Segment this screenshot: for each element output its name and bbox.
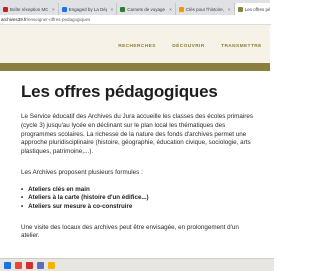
pdf-icon[interactable] bbox=[26, 261, 33, 269]
nav-item-decouvrir[interactable]: DÉCOUVRIR bbox=[172, 44, 204, 49]
address-path: /enseigner-offres-pedagogiques bbox=[26, 17, 91, 22]
header-accent-bar bbox=[0, 63, 270, 71]
tab-label: Engaged by La Dégâtée bbox=[68, 6, 107, 12]
visit-paragraph: Une visite des locaux des archives peut … bbox=[21, 223, 239, 240]
bullet-icon: • bbox=[21, 185, 24, 193]
list-item: • Ateliers clés en main bbox=[21, 186, 256, 195]
favicon-icon bbox=[237, 6, 243, 12]
browser-tab[interactable]: Engaged by La Dégâtée × bbox=[59, 3, 118, 15]
bullet-icon: • bbox=[21, 194, 24, 202]
list-item: • Ateliers à la carte (histoire d'un édif… bbox=[21, 194, 256, 203]
taskbar bbox=[0, 258, 274, 271]
close-tab-icon[interactable]: × bbox=[169, 7, 172, 12]
nav-item-transmettre[interactable]: TRANSMETTRE bbox=[221, 44, 262, 49]
start-icon[interactable] bbox=[4, 261, 11, 269]
nav-item-recherches[interactable]: RECHERCHES bbox=[118, 44, 156, 49]
list-item: • Ateliers sur mesure à co-construire bbox=[21, 203, 256, 212]
browser-tab[interactable]: Clés pour l'histoire, ressources × bbox=[176, 3, 235, 15]
tab-label: Les offres pédagogiq bbox=[244, 6, 270, 12]
chrome-icon[interactable] bbox=[15, 261, 22, 269]
tab-label: Clés pour l'histoire, ressources bbox=[185, 6, 224, 12]
intro-paragraph: Le Service éducatif des Archives du Jura… bbox=[21, 113, 254, 156]
browser-tab[interactable]: Boîte réception MC Settemain × bbox=[0, 3, 59, 15]
bullet-icon: • bbox=[21, 202, 24, 210]
browser-tabbar: Boîte réception MC Settemain×Engaged by … bbox=[0, 0, 270, 15]
formula-label: Ateliers clés en main bbox=[28, 185, 90, 193]
tab-label: Carnets de voyage VF - Enggo bbox=[127, 6, 166, 12]
favicon-icon bbox=[120, 6, 126, 12]
favicon-icon bbox=[61, 6, 67, 12]
close-tab-icon[interactable]: × bbox=[111, 7, 114, 12]
favicon-icon bbox=[3, 6, 8, 12]
site-nav: RECHERCHES DÉCOUVRIR TRANSMETTRE bbox=[110, 44, 270, 49]
address-host: archives39.fr bbox=[1, 17, 27, 22]
tab-label: Boîte réception MC Settemain bbox=[10, 6, 48, 12]
close-tab-icon[interactable]: × bbox=[52, 7, 55, 12]
browser-tab[interactable]: Carnets de voyage VF - Enggo× bbox=[117, 3, 176, 15]
close-tab-icon[interactable]: × bbox=[228, 7, 231, 12]
address-bar[interactable]: archives39.fr/enseigner-offres-pedagogiq… bbox=[0, 15, 271, 25]
formula-label: Ateliers sur mesure à co-construire bbox=[28, 202, 133, 210]
page-title: Les offres pédagogiques bbox=[21, 82, 218, 101]
app-icon[interactable] bbox=[37, 261, 44, 269]
formula-label: Ateliers à la carte (histoire d'un édifi… bbox=[28, 194, 149, 202]
formulas-intro: Les Archives proposent plusieurs formule… bbox=[21, 168, 143, 176]
main-content: Les offres pédagogiques Le Service éduca… bbox=[21, 82, 256, 241]
formulas-list: • Ateliers clés en main • Ateliers à la ca… bbox=[21, 186, 256, 212]
browser-tab[interactable]: Les offres pédagogiq× bbox=[234, 3, 270, 15]
folder-icon[interactable] bbox=[48, 261, 55, 269]
favicon-icon bbox=[178, 6, 184, 12]
